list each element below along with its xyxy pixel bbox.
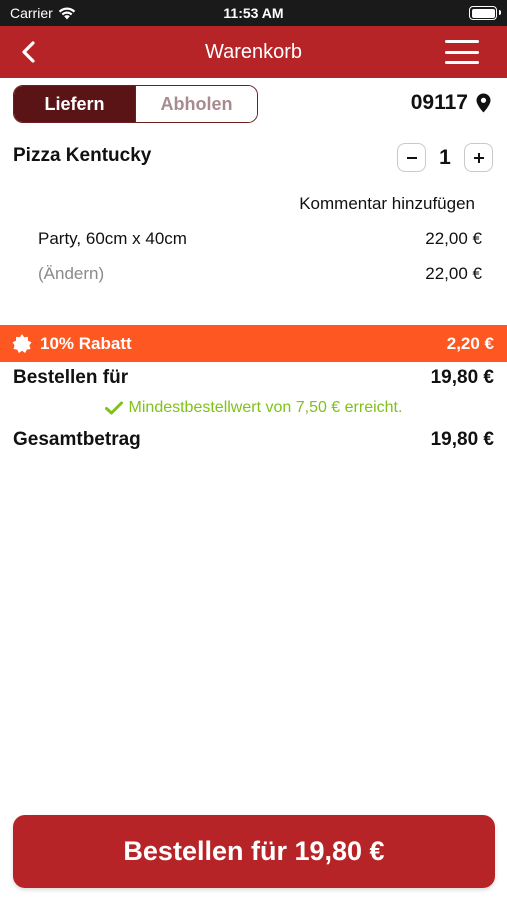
add-comment-link[interactable]: Kommentar hinzufügen (299, 194, 475, 214)
item-size-label: Party, 60cm x 40cm (38, 229, 187, 248)
delivery-mode-toggle: Liefern Abholen (13, 85, 258, 123)
change-item-link[interactable]: (Ändern) (38, 264, 104, 284)
deliver-option[interactable]: Liefern (14, 86, 135, 122)
decrease-quantity-button[interactable] (397, 143, 426, 172)
quantity-stepper: 1 (397, 143, 493, 172)
discount-banner: 10% Rabatt 2,20 € (0, 325, 507, 362)
plus-icon (473, 152, 484, 163)
cart-item-name: Pizza Kentucky (13, 145, 152, 166)
location-selector[interactable]: 09117 (411, 91, 491, 115)
item-change-row: (Ändern) 22,00 € (38, 264, 482, 284)
page-title: Warenkorb (204, 41, 303, 63)
discount-badge-icon (12, 333, 32, 353)
order-summary-row: Bestellen für 19,80 € (13, 367, 494, 389)
hamburger-menu-icon[interactable] (445, 40, 479, 64)
status-bar: Carrier 11:53 AM (0, 0, 507, 26)
checkmark-icon (104, 401, 123, 415)
map-pin-icon (476, 93, 491, 113)
zip-code: 09117 (410, 91, 468, 114)
item-size-price: 22,00 € (425, 229, 482, 248)
status-time: 11:53 AM (223, 5, 284, 21)
discount-label: 10% Rabatt (40, 333, 132, 353)
minimum-order-text: Mindestbestellwert von 7,50 € erreicht. (128, 399, 403, 416)
item-total-price: 22,00 € (425, 264, 482, 283)
minimum-order-note: Mindestbestellwert von 7,50 € erreicht. (0, 399, 507, 417)
battery-icon (469, 6, 501, 20)
place-order-button[interactable]: Bestellen für 19,80 € (13, 815, 495, 888)
minus-icon (406, 156, 417, 159)
order-value: 19,80 € (430, 367, 494, 388)
pickup-option[interactable]: Abholen (135, 86, 257, 122)
item-option-row: Party, 60cm x 40cm 22,00 € (38, 229, 482, 249)
order-label: Bestellen für (13, 367, 129, 388)
total-row: Gesamtbetrag 19,80 € (13, 429, 494, 451)
navigation-bar: Warenkorb (0, 26, 507, 78)
total-label: Gesamtbetrag (13, 429, 141, 450)
quantity-value: 1 (439, 145, 451, 169)
discount-amount: 2,20 € (446, 333, 494, 353)
total-value: 19,80 € (430, 429, 494, 450)
increase-quantity-button[interactable] (464, 143, 493, 172)
